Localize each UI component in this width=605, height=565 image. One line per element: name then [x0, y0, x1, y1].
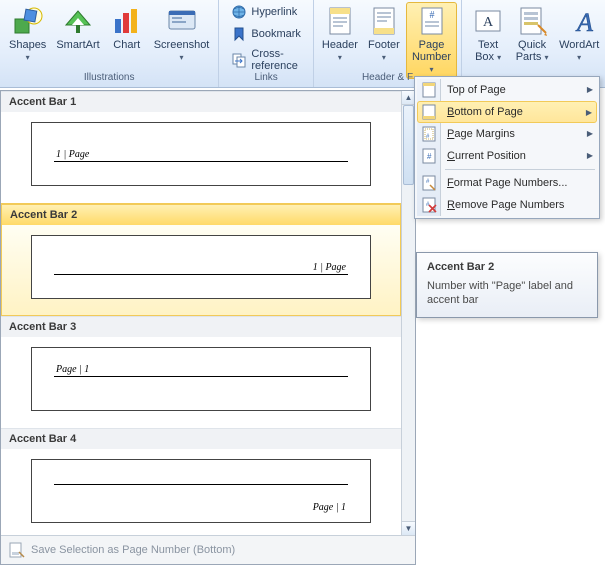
- chart-icon: [111, 5, 143, 37]
- ribbon: Shapes▾ SmartArt Chart Screenshot▾: [0, 0, 605, 88]
- svg-text:A: A: [483, 15, 494, 30]
- shapes-icon: [12, 5, 44, 37]
- scroll-down-arrow[interactable]: ▼: [402, 521, 415, 535]
- chart-label: Chart: [113, 39, 140, 51]
- header-label: Header: [322, 39, 358, 51]
- gallery-item-title: Accent Bar 3: [1, 316, 401, 337]
- header-button[interactable]: Header▾: [318, 2, 362, 67]
- svg-text:A: A: [575, 8, 593, 37]
- menu-page-margins[interactable]: # Page Margins ▶: [417, 123, 597, 145]
- menu-separator: [445, 169, 595, 170]
- svg-text:#: #: [429, 10, 434, 21]
- chart-button[interactable]: Chart: [105, 2, 149, 54]
- hyperlink-icon: [231, 4, 247, 20]
- wordart-icon: A: [563, 5, 595, 37]
- submenu-arrow-icon: ▶: [586, 108, 592, 117]
- gallery-scrollbar[interactable]: ▲ ▼: [401, 91, 415, 535]
- screenshot-icon: [166, 5, 198, 37]
- menu-top-of-page[interactable]: Top of Page ▶: [417, 79, 597, 101]
- screenshot-label: Screenshot: [154, 39, 210, 51]
- top-of-page-icon: [421, 82, 437, 98]
- scroll-thumb[interactable]: [403, 105, 414, 185]
- bookmark-icon: [231, 26, 247, 42]
- shapes-button[interactable]: Shapes▾: [4, 2, 51, 67]
- gallery-item-title: Accent Bar 4: [1, 428, 401, 449]
- crossref-label: Cross-reference: [251, 48, 301, 72]
- page-number-gallery: Accent Bar 1 1 | Page Accent Bar 2 1 | P…: [0, 90, 416, 565]
- format-page-numbers-icon: #: [421, 175, 437, 191]
- quickparts-icon: [516, 5, 548, 37]
- page-margins-icon: #: [421, 126, 437, 142]
- menu-bottom-of-page[interactable]: Bottom of Page ▶: [417, 101, 597, 123]
- textbox-icon: A: [472, 5, 504, 37]
- group-illustrations: Shapes▾ SmartArt Chart Screenshot▾: [0, 0, 219, 87]
- current-position-icon: #: [421, 148, 437, 164]
- submenu-arrow-icon: ▶: [587, 151, 593, 160]
- textbox-label: TextBox: [475, 39, 498, 63]
- gallery-item-title: Accent Bar 2: [2, 204, 400, 225]
- tooltip-accent-bar-2: Accent Bar 2 Number with "Page" label an…: [416, 252, 598, 318]
- gallery-item-preview: Page | 1: [31, 347, 371, 411]
- menu-remove-page-numbers[interactable]: # Remove Page Numbers: [417, 194, 597, 216]
- page-number-label: PageNumber: [412, 39, 451, 63]
- menu-current-position[interactable]: # Current Position ▶: [417, 145, 597, 167]
- gallery-scroll-area[interactable]: Accent Bar 1 1 | Page Accent Bar 2 1 | P…: [1, 91, 401, 535]
- group-links: Hyperlink Bookmark Cross-reference Links: [219, 0, 314, 87]
- gallery-item-accent-bar-4[interactable]: Accent Bar 4 Page | 1: [1, 428, 401, 535]
- tooltip-body: Number with "Page" label and accent bar: [427, 279, 587, 307]
- tooltip-title: Accent Bar 2: [427, 261, 587, 273]
- hyperlink-button[interactable]: Hyperlink: [227, 2, 301, 22]
- screenshot-button[interactable]: Screenshot▾: [149, 2, 215, 67]
- header-icon: [324, 5, 356, 37]
- gallery-item-title: Accent Bar 1: [1, 91, 401, 112]
- quickparts-button[interactable]: QuickParts ▾: [510, 2, 554, 67]
- group-label-links: Links: [223, 70, 309, 85]
- submenu-arrow-icon: ▶: [587, 85, 593, 94]
- footer-label: Footer: [368, 39, 400, 51]
- group-text: A TextBox ▾ QuickParts ▾ A WordArt▾: [462, 0, 605, 87]
- gallery-item-preview: Page | 1: [31, 459, 371, 523]
- gallery-item-preview: 1 | Page: [31, 122, 371, 186]
- menu-format-page-numbers[interactable]: # Format Page Numbers...: [417, 172, 597, 194]
- bookmark-button[interactable]: Bookmark: [227, 24, 305, 44]
- gallery-footer-label: Save Selection as Page Number (Bottom): [31, 544, 235, 556]
- group-header-footer: Header▾ Footer▾ # PageNumber ▾ Header & …: [314, 0, 462, 87]
- smartart-label: SmartArt: [56, 39, 99, 51]
- page-number-icon: #: [416, 5, 448, 37]
- gallery-item-accent-bar-3[interactable]: Accent Bar 3 Page | 1: [1, 316, 401, 428]
- svg-text:#: #: [427, 152, 432, 161]
- smartart-button[interactable]: SmartArt: [51, 2, 104, 54]
- footer-icon: [368, 5, 400, 37]
- crossref-icon: [231, 52, 247, 68]
- smartart-icon: [62, 5, 94, 37]
- save-selection-icon: [9, 542, 25, 558]
- gallery-item-preview: 1 | Page: [31, 235, 371, 299]
- gallery-footer-save-selection: Save Selection as Page Number (Bottom): [1, 535, 415, 564]
- page-number-menu: Top of Page ▶ Bottom of Page ▶ # Page Ma…: [414, 76, 600, 219]
- wordart-label: WordArt: [559, 39, 599, 51]
- hyperlink-label: Hyperlink: [251, 6, 297, 18]
- shapes-label: Shapes: [9, 39, 46, 51]
- textbox-button[interactable]: A TextBox ▾: [466, 2, 510, 67]
- wordart-button[interactable]: A WordArt▾: [554, 2, 604, 67]
- footer-button[interactable]: Footer▾: [362, 2, 406, 67]
- submenu-arrow-icon: ▶: [587, 129, 593, 138]
- bottom-of-page-icon: [421, 104, 437, 120]
- remove-page-numbers-icon: #: [421, 197, 437, 213]
- gallery-item-accent-bar-2[interactable]: Accent Bar 2 1 | Page: [1, 203, 401, 316]
- quickparts-label: QuickParts: [516, 39, 546, 63]
- page-number-button[interactable]: # PageNumber ▾: [406, 2, 457, 79]
- gallery-item-accent-bar-1[interactable]: Accent Bar 1 1 | Page: [1, 91, 401, 203]
- bookmark-label: Bookmark: [251, 28, 301, 40]
- group-label-illustrations: Illustrations: [4, 70, 214, 85]
